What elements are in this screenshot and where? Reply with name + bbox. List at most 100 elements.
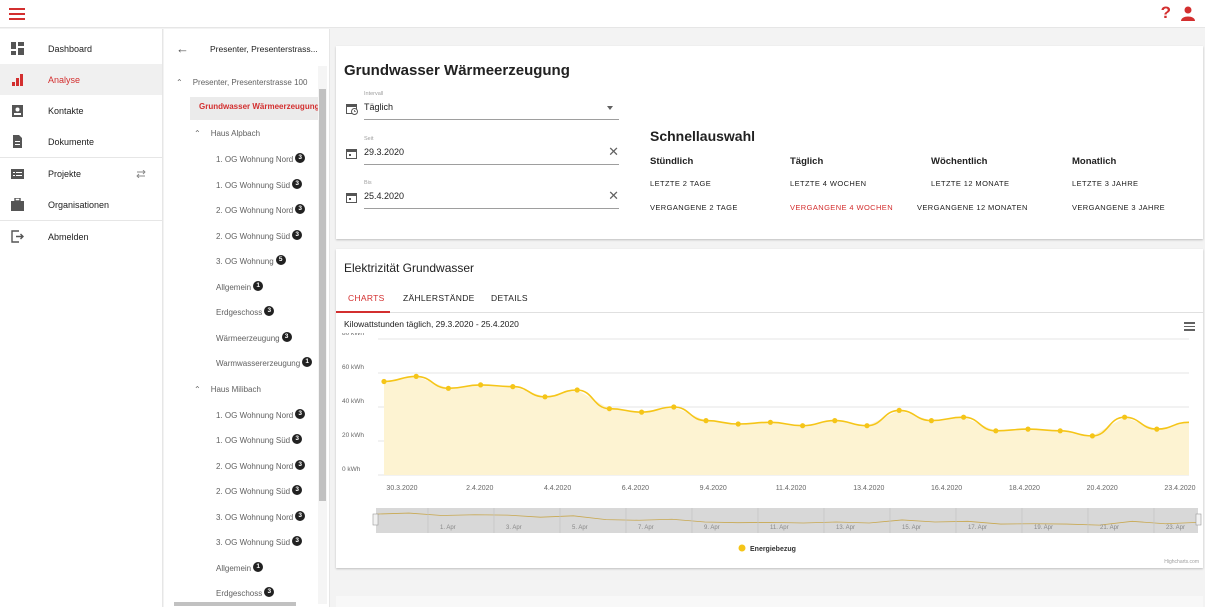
- navigator-tick-label: 17. Apr: [968, 525, 987, 531]
- until-date-field[interactable]: Bis 25.4.2020 ✕: [344, 179, 619, 211]
- data-point: [703, 418, 709, 424]
- tree-item-selected[interactable]: Grundwasser Wärmeerzeugung: [190, 97, 319, 120]
- tree-scrollbar[interactable]: [318, 66, 327, 604]
- count-badge: 3: [292, 229, 303, 240]
- tree-item-label: 3. OG Wohnung Süd: [216, 538, 291, 547]
- tree-item[interactable]: Allgemein 1: [216, 280, 264, 292]
- tree-group-label: Haus Alpbach: [210, 129, 261, 138]
- sidebar-item-dashboard[interactable]: Dashboard: [0, 33, 162, 64]
- bar-chart-icon: [12, 74, 23, 86]
- chevron-up-icon[interactable]: ⌃: [176, 78, 183, 87]
- quick-link-past-3-years[interactable]: VERGANGENE 3 JAHRE: [1072, 203, 1165, 212]
- filter-card: Grundwasser Wärmeerzeugung Intervall Täg…: [336, 46, 1203, 239]
- tree-item[interactable]: 1. OG Wohnung Süd 3: [216, 178, 303, 190]
- tab-details[interactable]: DETAILS: [491, 293, 528, 303]
- sidebar-item-analyse[interactable]: Analyse: [0, 64, 162, 95]
- tree-item[interactable]: Allgemein 1: [216, 561, 264, 573]
- tree-item[interactable]: Wärmeerzeugung 3: [216, 331, 292, 343]
- calendar-icon: [346, 193, 357, 203]
- x-tick-label: 20.4.2020: [1087, 485, 1118, 492]
- tab-charts[interactable]: CHARTS: [348, 293, 385, 303]
- data-point: [928, 418, 935, 424]
- dashboard-icon: [11, 42, 24, 55]
- clear-icon[interactable]: ✕: [608, 144, 619, 160]
- clear-icon[interactable]: ✕: [608, 188, 619, 204]
- x-tick-label: 13.4.2020: [853, 485, 884, 492]
- count-badge: 3: [292, 485, 303, 495]
- navigator-handle-right: [1195, 513, 1202, 526]
- quick-link-last-12-months[interactable]: LETZTE 12 MONATE: [931, 179, 1009, 188]
- tree-item[interactable]: Erdgeschoss 3: [216, 587, 275, 598]
- data-point: [1122, 414, 1128, 420]
- briefcase-icon: [11, 198, 24, 211]
- quick-link-last-2-days[interactable]: LETZTE 2 TAGE: [650, 179, 711, 188]
- sidebar-item-dokumente[interactable]: Dokumente: [0, 126, 162, 157]
- location-tree: ← Presenter, Presenterstrass... ⌃ Present…: [164, 29, 330, 607]
- sidebar-item-organisationen[interactable]: Organisationen: [0, 189, 162, 220]
- tree-item-label: Wärmeerzeugung: [216, 333, 280, 343]
- data-point: [381, 378, 387, 385]
- tree-item[interactable]: 1. OG Wohnung Nord 3: [216, 408, 306, 420]
- chart-menu-icon[interactable]: [1184, 322, 1195, 331]
- chevron-down-icon[interactable]: [607, 106, 613, 110]
- user-icon[interactable]: [1181, 5, 1195, 21]
- data-point: [864, 423, 870, 429]
- swap-icon[interactable]: [136, 170, 146, 178]
- data-point: [639, 409, 645, 415]
- tree-group[interactable]: ⌃ Haus Milibach: [194, 385, 261, 394]
- x-tick-label: 4.4.2020: [544, 485, 571, 492]
- active-tab-indicator: [336, 311, 390, 313]
- quick-link-last-4-weeks[interactable]: LETZTE 4 WOCHEN: [790, 179, 866, 188]
- x-tick-label: 6.4.2020: [622, 485, 649, 492]
- hamburger-menu-icon[interactable]: [9, 6, 27, 22]
- tree-item[interactable]: Erdgeschoss 3: [216, 306, 275, 317]
- tab-zaehlerstaende[interactable]: ZÄHLERSTÄNDE: [403, 293, 475, 303]
- help-icon[interactable]: ?: [1161, 3, 1171, 23]
- count-badge: 5: [275, 255, 286, 265]
- data-point: [671, 404, 677, 410]
- tree-item[interactable]: 2. OG Wohnung Süd 3: [216, 229, 303, 241]
- chevron-up-icon[interactable]: ⌃: [194, 129, 201, 138]
- back-arrow-icon[interactable]: ←: [176, 41, 189, 56]
- quick-head-monthly: Monatlich: [1072, 156, 1117, 167]
- navigator-tick-label: 21. Apr: [1100, 525, 1119, 531]
- since-date-field[interactable]: Seit 29.3.2020 ✕: [344, 135, 619, 167]
- tree-item[interactable]: 2. OG Wohnung Nord 3: [216, 204, 306, 215]
- tree-item[interactable]: Warmwassererzeugung 1: [216, 357, 313, 368]
- since-value: 29.3.2020: [364, 147, 405, 157]
- scrollbar-thumb[interactable]: [319, 89, 326, 501]
- tree-item-label: 2. OG Wohnung Süd: [216, 231, 291, 241]
- horizontal-scrollbar-thumb[interactable]: [174, 602, 296, 606]
- sidebar-item-projekte[interactable]: Projekte: [0, 158, 162, 189]
- data-point: [574, 387, 580, 393]
- quick-link-past-2-days[interactable]: VERGANGENE 2 TAGE: [650, 203, 738, 212]
- tree-item[interactable]: 3. OG Wohnung 5: [216, 255, 286, 266]
- navigator-handle-left: [372, 513, 379, 526]
- tree-item[interactable]: 2. OG Wohnung Süd 3: [216, 485, 303, 496]
- tree-root[interactable]: ⌃ Presenter, Presenterstrasse 100: [176, 78, 307, 87]
- sidebar-item-abmelden[interactable]: Abmelden: [0, 221, 162, 252]
- quick-head-hourly: Stündlich: [650, 156, 694, 167]
- quick-link-past-12-months[interactable]: VERGANGENE 12 MONATEN: [917, 203, 1028, 212]
- calendar-clock-icon: [346, 104, 358, 115]
- interval-select[interactable]: Intervall Täglich: [344, 90, 619, 122]
- quick-link-past-4-weeks[interactable]: VERGANGENE 4 WOCHEN: [790, 203, 893, 212]
- tree-item[interactable]: 2. OG Wohnung Nord 3: [216, 459, 306, 471]
- tree-item-label: Warmwassererzeugung: [216, 359, 301, 368]
- sidebar-item-label: Kontakte: [48, 105, 84, 116]
- tree-header: ← Presenter, Presenterstrass...: [164, 29, 329, 64]
- navigator-tick-label: 23. Apr: [1166, 525, 1185, 531]
- quick-link-last-3-years[interactable]: LETZTE 3 JAHRE: [1072, 179, 1138, 188]
- tree-item[interactable]: 1. OG Wohnung Süd 3: [216, 434, 303, 445]
- data-point: [1089, 433, 1095, 439]
- navigator-tick-label: 1. Apr: [440, 525, 456, 531]
- tree-group[interactable]: ⌃ Haus Alpbach: [194, 129, 260, 138]
- chevron-up-icon[interactable]: ⌃: [194, 385, 201, 394]
- tree-item[interactable]: 3. OG Wohnung Süd 3: [216, 536, 303, 547]
- count-badge: 3: [295, 204, 306, 214]
- tree-item-label: 3. OG Wohnung: [216, 257, 274, 266]
- tree-item[interactable]: 3. OG Wohnung Nord 3: [216, 510, 306, 522]
- sidebar-item-label: Abmelden: [48, 231, 89, 242]
- tree-item[interactable]: 1. OG Wohnung Nord 3: [216, 153, 306, 164]
- sidebar-item-kontakte[interactable]: Kontakte: [0, 95, 162, 126]
